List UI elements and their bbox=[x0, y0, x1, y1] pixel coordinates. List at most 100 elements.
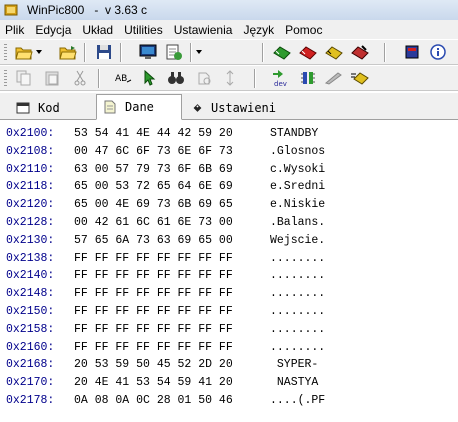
hex-ascii[interactable]: SYPER- bbox=[270, 356, 325, 373]
hex-row[interactable]: 0x2140: FF FF FF FF FF FF FF FF........ bbox=[6, 267, 325, 284]
open-dropdown-button[interactable] bbox=[34, 43, 44, 61]
hex-ascii[interactable]: e.Niskie bbox=[270, 196, 325, 213]
hex-bytes[interactable]: FF FF FF FF FF FF FF FF bbox=[74, 303, 233, 320]
goto-address-button[interactable]: AB bbox=[114, 69, 134, 87]
copy-button[interactable] bbox=[14, 69, 34, 87]
hex-row[interactable]: 0x2160: FF FF FF FF FF FF FF FF........ bbox=[6, 339, 325, 356]
hex-row[interactable]: 0x2108: 00 47 6C 6F 73 6E 6F 73 .Glosnos bbox=[6, 143, 325, 160]
hex-bytes[interactable]: 63 00 57 79 73 6F 6B 69 bbox=[74, 161, 233, 178]
run-button[interactable] bbox=[350, 69, 370, 87]
menu-plik[interactable]: Plik bbox=[0, 23, 30, 37]
program-all-button[interactable] bbox=[298, 43, 318, 61]
hex-bytes[interactable]: FF FF FF FF FF FF FF FF bbox=[74, 250, 233, 267]
config-bits-button[interactable] bbox=[298, 69, 318, 87]
hex-ascii[interactable]: ........ bbox=[270, 339, 325, 356]
document-check-icon bbox=[166, 44, 182, 60]
hex-ascii[interactable]: ....(.PF bbox=[270, 392, 325, 409]
hex-data-grid[interactable]: 0x2100: 53 54 41 4E 44 42 59 20 STANDBY 0x… bbox=[4, 122, 458, 422]
settings-tag-icon bbox=[193, 104, 202, 112]
hex-ascii[interactable]: ........ bbox=[270, 267, 325, 284]
hex-ascii[interactable]: ........ bbox=[270, 321, 325, 338]
hex-bytes[interactable]: 20 4E 41 53 54 59 41 20 bbox=[74, 374, 233, 391]
hex-bytes[interactable]: 65 00 53 72 65 64 6E 69 bbox=[74, 178, 233, 195]
hex-address: 0x2140: bbox=[6, 269, 55, 283]
hex-row[interactable]: 0x2130: 57 65 6A 73 63 69 65 00 Wejscie. bbox=[6, 232, 325, 249]
hex-ascii[interactable]: ........ bbox=[270, 303, 325, 320]
replace-button[interactable] bbox=[194, 69, 214, 87]
menu-uklad[interactable]: Układ bbox=[77, 23, 119, 37]
hex-bytes[interactable]: FF FF FF FF FF FF FF FF bbox=[74, 267, 233, 284]
cut-button[interactable] bbox=[70, 69, 90, 87]
binoculars-icon bbox=[168, 72, 184, 84]
resize-button[interactable] bbox=[220, 69, 240, 87]
hex-bytes[interactable]: FF FF FF FF FF FF FF FF bbox=[74, 339, 233, 356]
tab-kod[interactable]: Kod bbox=[10, 96, 90, 120]
hex-row[interactable]: 0x2128: 00 42 61 6C 61 6E 73 00 .Balans. bbox=[6, 214, 325, 231]
hex-row[interactable]: 0x2138: FF FF FF FF FF FF FF FF........ bbox=[6, 250, 325, 267]
check-button[interactable] bbox=[164, 43, 184, 61]
detect-device-button[interactable]: dev bbox=[272, 69, 292, 87]
hex-bytes[interactable]: 00 47 6C 6F 73 6E 6F 73 bbox=[74, 143, 233, 160]
hex-ascii[interactable]: ........ bbox=[270, 250, 325, 267]
hardware-button[interactable] bbox=[138, 43, 158, 61]
menu-edycja[interactable]: Edycja bbox=[30, 23, 77, 37]
hex-bytes[interactable]: 53 54 41 4E 44 42 59 20 bbox=[74, 125, 233, 142]
hex-row[interactable]: 0x2120: 65 00 4E 69 73 6B 69 65 e.Niskie bbox=[6, 196, 325, 213]
hex-bytes[interactable]: 0A 08 0A 0C 28 01 50 46 bbox=[74, 392, 233, 409]
svg-text:dev: dev bbox=[274, 80, 287, 87]
select-button[interactable] bbox=[140, 69, 160, 87]
hex-row[interactable]: 0x2170: 20 4E 41 53 54 59 41 20 NASTYA bbox=[6, 374, 318, 391]
toolbar-grip[interactable] bbox=[4, 70, 7, 87]
hex-bytes[interactable]: FF FF FF FF FF FF FF FF bbox=[74, 285, 233, 302]
erase-button[interactable] bbox=[350, 43, 370, 61]
menu-jezyk[interactable]: Język bbox=[238, 23, 280, 37]
pen-button[interactable] bbox=[324, 69, 344, 87]
hex-ascii[interactable]: .Balans. bbox=[270, 214, 325, 231]
hex-row[interactable]: 0x2178: 0A 08 0A 0C 28 01 50 46 ....(.PF bbox=[6, 392, 325, 409]
toolbar-separator bbox=[120, 43, 122, 62]
hex-row[interactable]: 0x2110: 63 00 57 79 73 6F 6B 69 c.Wysoki bbox=[6, 161, 325, 178]
hex-ascii[interactable]: NASTYA bbox=[270, 374, 325, 391]
open-file-button[interactable] bbox=[58, 43, 78, 61]
hex-ascii[interactable]: e.Sredni bbox=[270, 178, 325, 195]
open-folder-button[interactable] bbox=[14, 43, 34, 61]
menu-utilities[interactable]: Utilities bbox=[119, 23, 169, 37]
chevron-down-icon bbox=[196, 50, 202, 54]
hex-ascii[interactable]: .Glosnos bbox=[270, 143, 325, 160]
hex-row[interactable]: 0x2168: 20 53 59 50 45 52 2D 20 SYPER- bbox=[6, 356, 318, 373]
verify-chip-icon bbox=[325, 46, 343, 60]
hex-row[interactable]: 0x2100: 53 54 41 4E 44 42 59 20 STANDBY bbox=[6, 125, 318, 142]
hex-ascii[interactable]: STANDBY bbox=[270, 125, 325, 142]
toolbar-dropdown-button[interactable] bbox=[194, 43, 204, 61]
save-button[interactable] bbox=[94, 43, 114, 61]
toolbar-grip[interactable] bbox=[4, 44, 7, 61]
book-icon bbox=[405, 45, 419, 59]
tab-ustawienia[interactable]: Ustawieni bbox=[186, 96, 276, 120]
toolbar-separator bbox=[384, 43, 386, 62]
find-button[interactable] bbox=[166, 69, 186, 87]
menu-ustawienia[interactable]: Ustawienia bbox=[169, 23, 239, 37]
hex-bytes[interactable]: 57 65 6A 73 63 69 65 00 bbox=[74, 232, 233, 249]
about-button[interactable] bbox=[428, 43, 448, 61]
hex-row[interactable]: 0x2148: FF FF FF FF FF FF FF FF........ bbox=[6, 285, 325, 302]
verify-button[interactable] bbox=[324, 43, 344, 61]
menu-pomoc[interactable]: Pomoc bbox=[280, 23, 328, 37]
hex-bytes[interactable]: 00 42 61 6C 61 6E 73 00 bbox=[74, 214, 233, 231]
edit-toolbar: AB dev bbox=[0, 65, 458, 91]
cursor-arrow-icon bbox=[144, 70, 156, 86]
hex-ascii[interactable]: c.Wysoki bbox=[270, 161, 325, 178]
hex-row[interactable]: 0x2150: FF FF FF FF FF FF FF FF........ bbox=[6, 303, 325, 320]
hex-address: 0x2138: bbox=[6, 251, 55, 265]
hex-bytes[interactable]: 20 53 59 50 45 52 2D 20 bbox=[74, 356, 233, 373]
help-book-button[interactable] bbox=[402, 43, 422, 61]
hex-bytes[interactable]: FF FF FF FF FF FF FF FF bbox=[74, 321, 233, 338]
title-bar: WinPic800 - v 3.63 c bbox=[0, 0, 458, 20]
hex-bytes[interactable]: 65 00 4E 69 73 6B 69 65 bbox=[74, 196, 233, 213]
hex-ascii[interactable]: Wejscie. bbox=[270, 232, 325, 249]
hex-ascii[interactable]: ........ bbox=[270, 285, 325, 302]
hex-row[interactable]: 0x2118: 65 00 53 72 65 64 6E 69 e.Sredni bbox=[6, 178, 325, 195]
hex-row[interactable]: 0x2158: FF FF FF FF FF FF FF FF........ bbox=[6, 321, 325, 338]
paste-button[interactable] bbox=[42, 69, 62, 87]
tab-dane[interactable]: Dane bbox=[96, 94, 182, 120]
read-all-button[interactable] bbox=[272, 43, 292, 61]
